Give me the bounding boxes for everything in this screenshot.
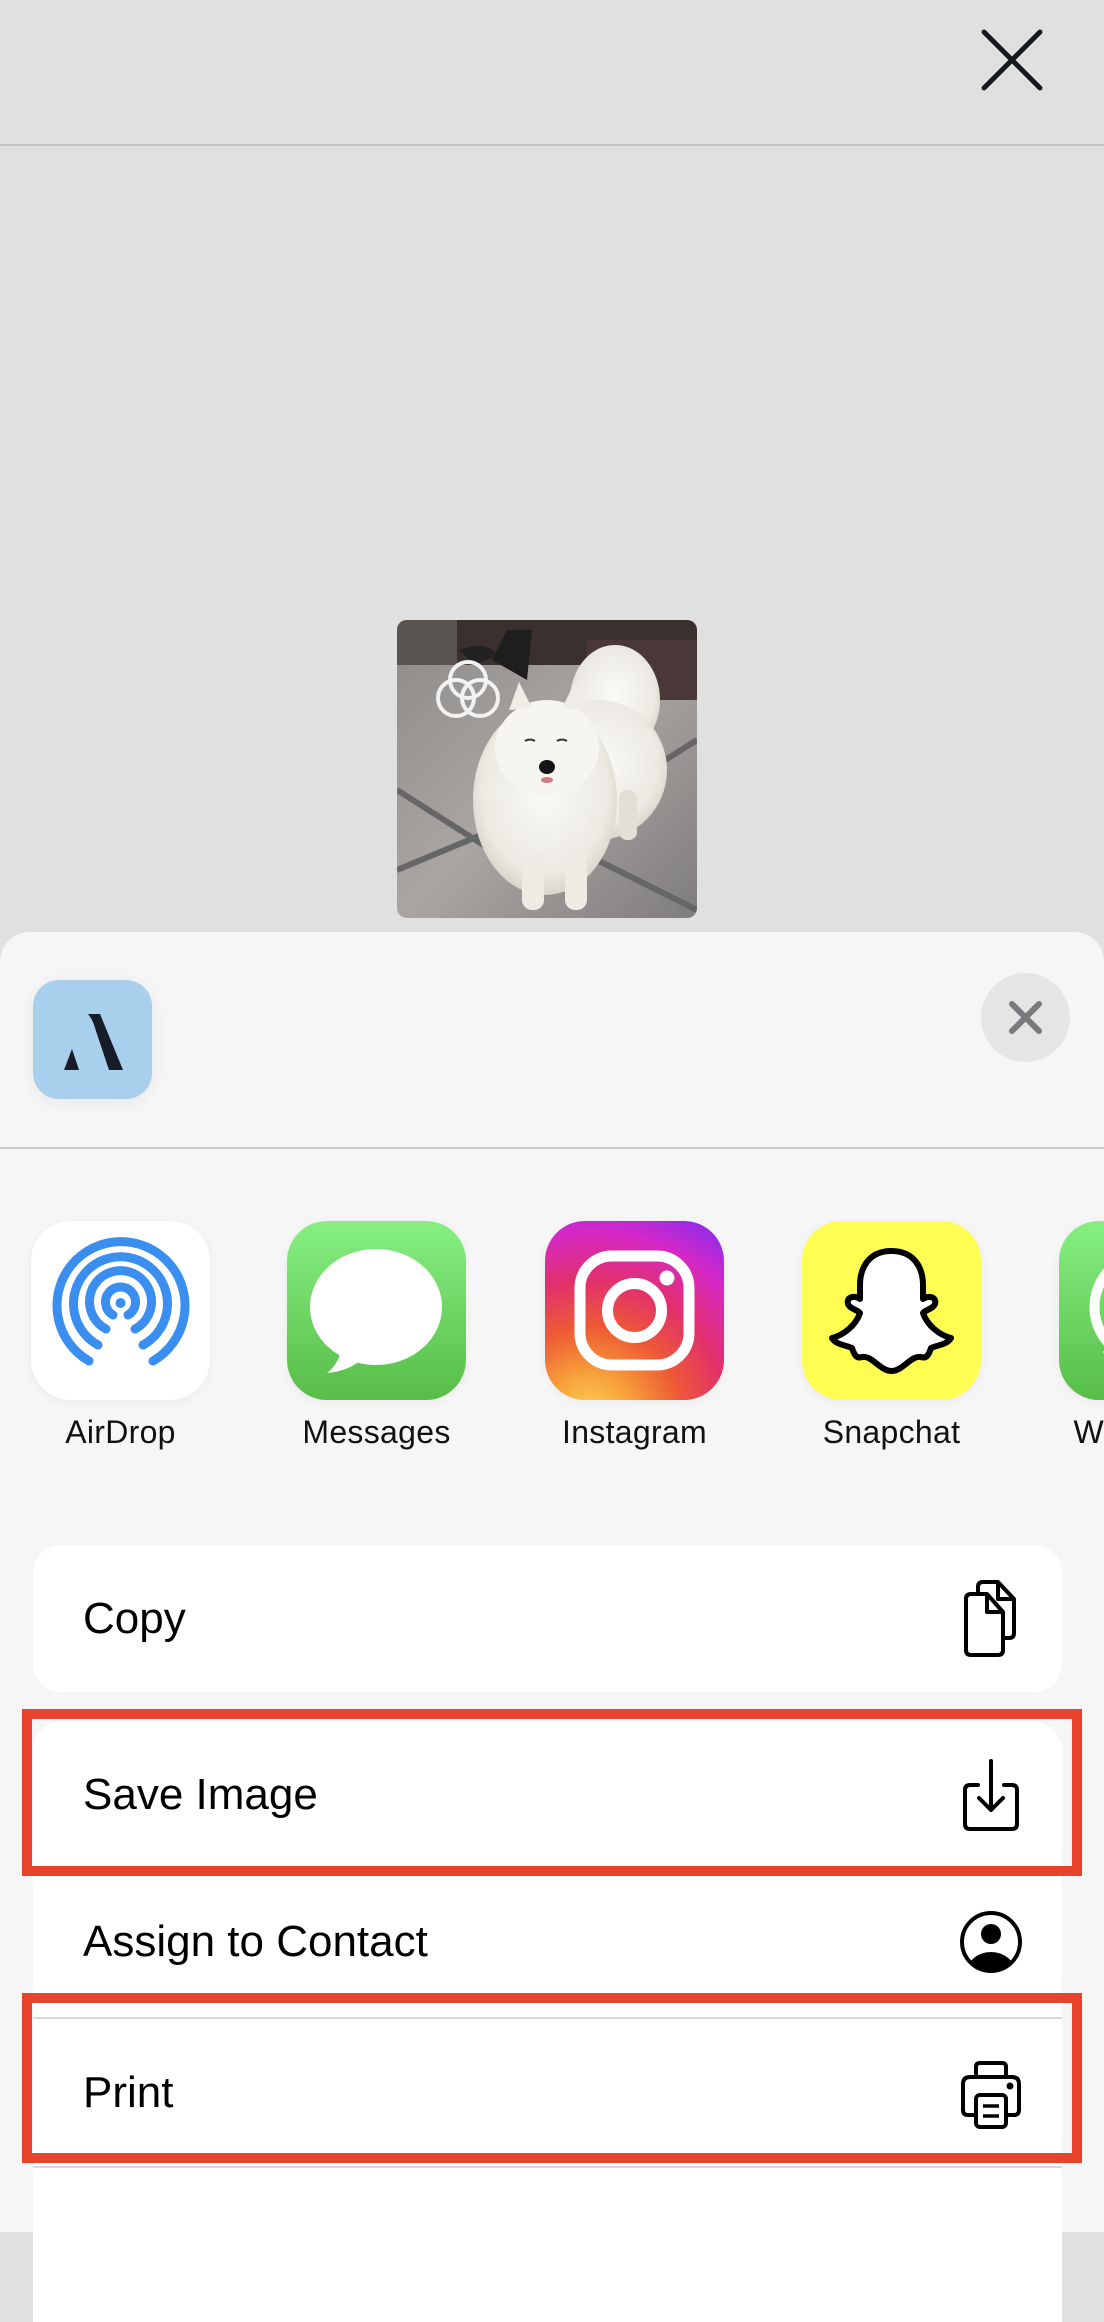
share-targets-row[interactable]: AirDrop Messages Instagram (0, 1221, 1104, 1411)
snapchat-icon (802, 1221, 981, 1400)
row-divider (33, 2166, 1062, 2168)
app-logo-icon (33, 980, 152, 1099)
close-icon (976, 24, 1048, 96)
instagram-icon (545, 1221, 724, 1400)
action-save-image[interactable]: Save Image (33, 1722, 1062, 1867)
top-bar (0, 0, 1104, 146)
share-target-label: WhatsApp (1059, 1414, 1104, 1451)
sheet-close-button[interactable] (981, 973, 1070, 1062)
close-button[interactable] (976, 24, 1048, 96)
share-target-label: Instagram (545, 1414, 724, 1451)
share-target-label: AirDrop (31, 1414, 210, 1451)
copy-icon (956, 1579, 1026, 1659)
live-photo-icon (434, 658, 502, 722)
share-sheet: AirDrop Messages Instagram (0, 932, 1104, 2232)
image-preview[interactable] (397, 620, 697, 918)
share-target-label: Messages (287, 1414, 466, 1451)
printer-icon (956, 2053, 1026, 2133)
share-target-instagram[interactable]: Instagram (545, 1221, 724, 1451)
action-label: Print (83, 2068, 173, 2118)
messages-icon (287, 1221, 466, 1400)
share-target-whatsapp[interactable]: WhatsApp (1059, 1221, 1104, 1451)
close-icon (981, 973, 1070, 1062)
share-target-messages[interactable]: Messages (287, 1221, 466, 1451)
share-target-airdrop[interactable]: AirDrop (31, 1221, 210, 1451)
action-print[interactable]: Print (33, 2019, 1062, 2166)
share-target-label: Snapchat (802, 1414, 981, 1451)
action-label: Save Image (83, 1770, 318, 1820)
action-label: Assign to Contact (83, 1917, 428, 1967)
app-icon (33, 980, 152, 1099)
save-image-icon (956, 1755, 1026, 1835)
action-assign-to-contact[interactable]: Assign to Contact (33, 1867, 1062, 2017)
action-copy[interactable]: Copy (33, 1545, 1062, 1692)
contact-icon (956, 1902, 1026, 1982)
action-label: Copy (83, 1594, 186, 1644)
copy-card: Copy (33, 1545, 1062, 1692)
whatsapp-icon (1059, 1221, 1104, 1400)
share-sheet-header (0, 932, 1104, 1149)
airdrop-icon (31, 1221, 210, 1400)
actions-group-card: Save Image Assign to Contact (33, 1722, 1062, 2322)
share-target-snapchat[interactable]: Snapchat (802, 1221, 981, 1451)
